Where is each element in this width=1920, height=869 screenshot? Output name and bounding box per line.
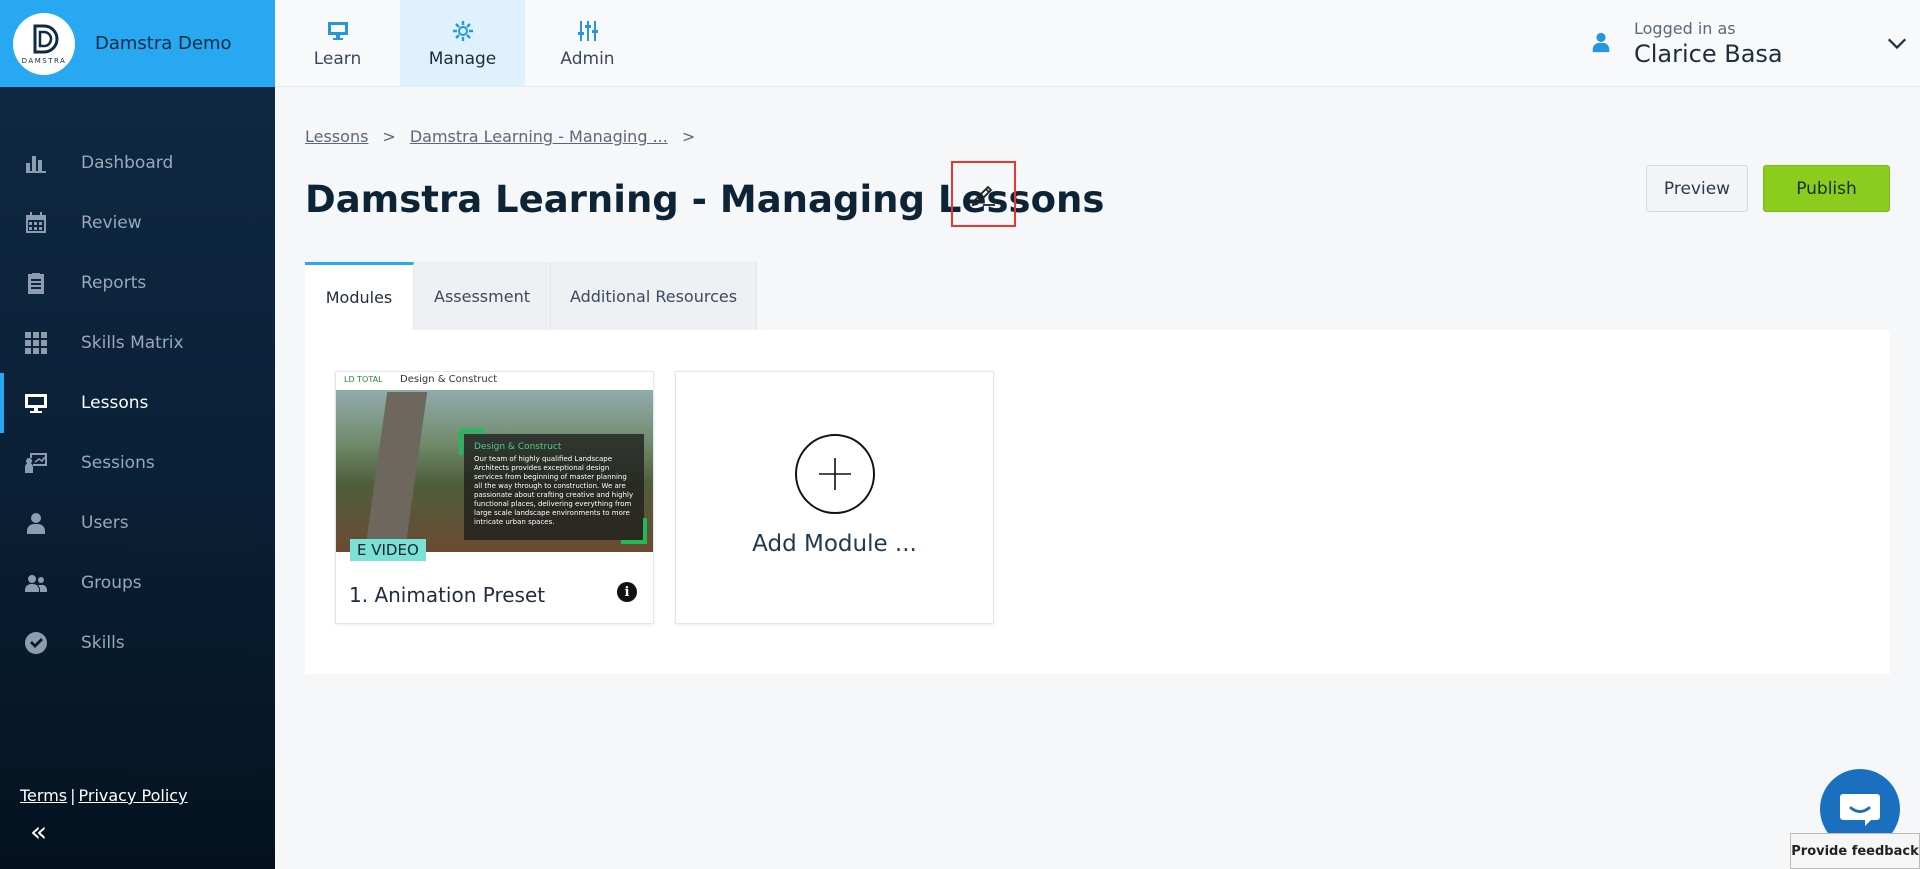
- breadcrumb-separator: >: [681, 127, 696, 146]
- collapse-sidebar-button[interactable]: «: [30, 818, 47, 846]
- thumbnail-tree-shape: [364, 392, 428, 552]
- user-info: Logged in as Clarice Basa: [1634, 19, 1783, 68]
- sidebar-item-groups[interactable]: Groups: [0, 553, 275, 613]
- module-type-badge: E VIDEO: [350, 539, 426, 561]
- clipboard-icon: [24, 271, 48, 295]
- overlay-title: Design & Construct: [474, 442, 562, 452]
- sidebar-item-label: Groups: [81, 573, 142, 593]
- module-thumbnail: LD TOTAL Design & Construct Design & Con…: [336, 372, 653, 552]
- breadcrumb-separator: >: [382, 127, 396, 146]
- thumbnail-corner-accent: [459, 429, 485, 455]
- thumbnail-overlay: Design & Construct Our team of highly qu…: [464, 434, 644, 540]
- plus-icon: [819, 458, 851, 490]
- terms-link[interactable]: Terms: [20, 786, 67, 805]
- preview-button[interactable]: Preview: [1646, 165, 1748, 212]
- damstra-logo: DAMSTRA: [13, 12, 75, 75]
- sidebar-item-users[interactable]: Users: [0, 493, 275, 553]
- brand-header[interactable]: DAMSTRA Damstra Demo: [0, 0, 275, 87]
- sidebar-item-review[interactable]: Review: [0, 193, 275, 253]
- sidebar-item-sessions[interactable]: Sessions: [0, 433, 275, 493]
- monitor-icon: [327, 21, 348, 40]
- gear-icon: [452, 20, 473, 41]
- overlay-body: Our team of highly qualified Landscape A…: [474, 455, 634, 526]
- thumbnail-brand: LD TOTAL: [344, 375, 383, 384]
- check-circle-icon: [24, 631, 48, 655]
- edit-title-button[interactable]: [951, 161, 1016, 227]
- brand-name: Damstra Demo: [95, 33, 232, 54]
- breadcrumb: Lessons > Damstra Learning - Managing ..…: [305, 127, 709, 146]
- footer-separator: |: [70, 786, 76, 805]
- sidebar-item-label: Sessions: [81, 453, 155, 473]
- bar-chart-icon: [24, 151, 48, 175]
- user-icon: [1590, 30, 1612, 58]
- sidebar-item-label: Dashboard: [81, 153, 174, 173]
- tab-label: Learn: [313, 48, 362, 69]
- tab-learn[interactable]: Learn: [275, 0, 400, 87]
- user-menu[interactable]: Logged in as Clarice Basa: [1590, 0, 1920, 87]
- logo-text: DAMSTRA: [21, 57, 67, 65]
- sidebar-nav: Dashboard Review Reports Skills Matrix L…: [0, 133, 275, 673]
- tab-additional-resources[interactable]: Additional Resources: [551, 262, 757, 330]
- tab-label: Manage: [428, 48, 497, 69]
- lesson-tabs: Modules Assessment Additional Resources: [305, 262, 757, 330]
- sidebar-item-dashboard[interactable]: Dashboard: [0, 133, 275, 193]
- provide-feedback-button[interactable]: Provide feedback: [1790, 833, 1920, 869]
- breadcrumb-lessons[interactable]: Lessons: [305, 127, 368, 146]
- sidebar-item-label: Skills: [81, 633, 125, 653]
- sidebar-footer-links: Terms | Privacy Policy: [20, 786, 188, 805]
- publish-button[interactable]: Publish: [1763, 165, 1890, 212]
- user-name: Clarice Basa: [1634, 40, 1783, 68]
- logo-mark-icon: [33, 24, 59, 54]
- sidebar-item-lessons[interactable]: Lessons: [0, 373, 275, 433]
- top-bar: Learn Manage Admin Logged in as Clarice …: [275, 0, 1920, 87]
- tab-admin[interactable]: Admin: [525, 0, 650, 87]
- sidebar-item-label: Reports: [81, 273, 147, 293]
- tab-modules[interactable]: Modules: [305, 262, 414, 330]
- group-icon: [24, 571, 48, 595]
- add-module-card[interactable]: Add Module ...: [675, 371, 994, 624]
- tab-assessment[interactable]: Assessment: [414, 262, 551, 330]
- module-card[interactable]: LD TOTAL Design & Construct Design & Con…: [335, 371, 654, 624]
- sidebar-item-skills[interactable]: Skills: [0, 613, 275, 673]
- sliders-icon: [577, 20, 598, 41]
- user-icon: [24, 511, 48, 535]
- chevron-down-icon[interactable]: [1886, 32, 1908, 54]
- tab-label: Admin: [560, 48, 615, 69]
- calendar-icon: [24, 211, 48, 235]
- add-module-label: Add Module ...: [752, 531, 917, 557]
- sidebar: DAMSTRA Damstra Demo Dashboard Review Re…: [0, 0, 275, 869]
- modules-panel: LD TOTAL Design & Construct Design & Con…: [305, 330, 1890, 674]
- chat-icon: [1840, 794, 1880, 826]
- grid-check-icon: [24, 331, 48, 355]
- sidebar-item-label: Lessons: [81, 393, 149, 413]
- sidebar-item-label: Users: [81, 513, 129, 533]
- info-icon[interactable]: i: [617, 582, 637, 602]
- module-title: 1. Animation Preset: [349, 583, 546, 607]
- add-circle: [795, 434, 875, 514]
- sidebar-item-label: Skills Matrix: [81, 333, 184, 353]
- monitor-icon: [24, 391, 48, 415]
- breadcrumb-current-lesson[interactable]: Damstra Learning - Managing ...: [410, 127, 668, 146]
- logged-in-label: Logged in as: [1634, 19, 1736, 38]
- thumbnail-corner-accent: [621, 518, 647, 544]
- thumbnail-header: Design & Construct: [400, 374, 498, 385]
- presentation-icon: [24, 451, 48, 475]
- sidebar-item-skills-matrix[interactable]: Skills Matrix: [0, 313, 275, 373]
- sidebar-item-label: Review: [81, 213, 142, 233]
- sidebar-item-reports[interactable]: Reports: [0, 253, 275, 313]
- pencil-icon: [971, 185, 995, 207]
- privacy-policy-link[interactable]: Privacy Policy: [79, 786, 188, 805]
- tab-manage[interactable]: Manage: [400, 0, 525, 87]
